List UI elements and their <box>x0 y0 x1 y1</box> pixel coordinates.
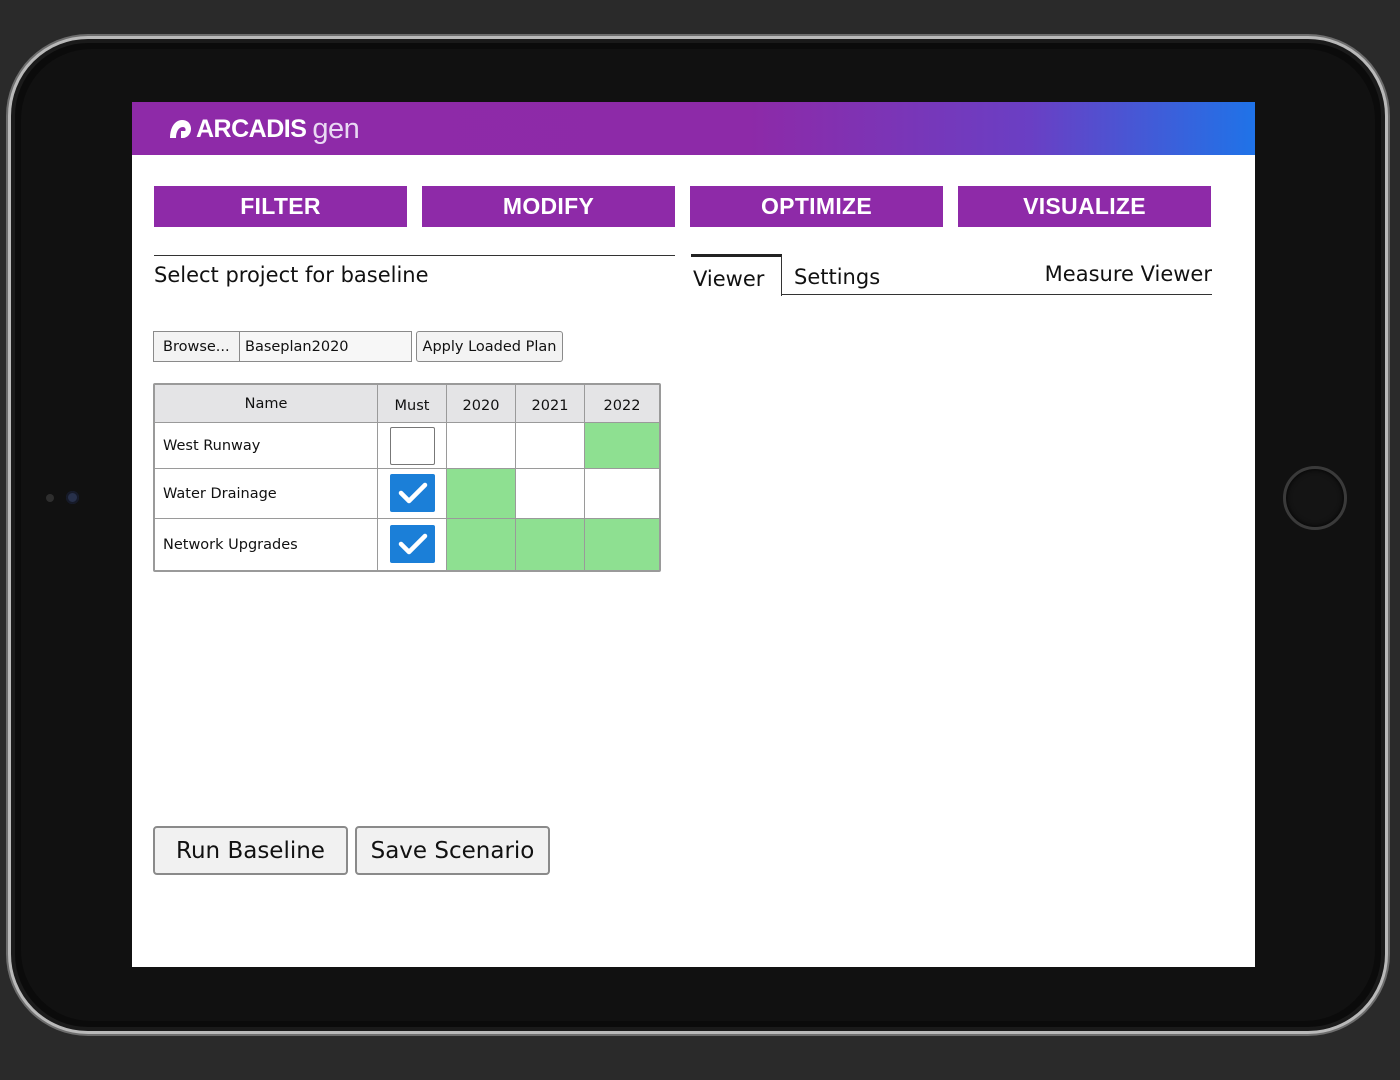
table-row-name: Water Drainage <box>155 469 378 519</box>
modify-button[interactable]: MODIFY <box>422 186 675 227</box>
column-header-2022: 2022 <box>585 385 659 423</box>
year-cell-2021-selected[interactable] <box>516 519 585 570</box>
must-checkbox-checked[interactable] <box>390 525 435 563</box>
run-baseline-button[interactable]: Run Baseline <box>153 826 348 875</box>
filter-button[interactable]: FILTER <box>154 186 407 227</box>
baseline-project-table: Name Must 2020 2021 2022 West Runway Wat… <box>153 383 661 572</box>
tab-viewer[interactable]: Viewer <box>691 254 782 296</box>
table-row-name: West Runway <box>155 423 378 469</box>
must-checkbox-checked[interactable] <box>390 474 435 512</box>
year-cell-2021[interactable] <box>516 423 585 469</box>
brand-name: ARCADIS <box>196 114 307 143</box>
optimize-button[interactable]: OPTIMIZE <box>690 186 943 227</box>
year-cell-2022-selected[interactable] <box>585 423 659 469</box>
year-cell-2020-selected[interactable] <box>447 519 516 570</box>
visualize-button[interactable]: VISUALIZE <box>958 186 1211 227</box>
tab-viewer-label: Viewer <box>693 267 765 291</box>
year-cell-2020-selected[interactable] <box>447 469 516 519</box>
app-header: ARCADIS gen <box>132 102 1255 155</box>
must-checkbox[interactable] <box>390 427 435 465</box>
tab-settings[interactable]: Settings <box>794 265 880 289</box>
arcadis-logo[interactable]: ARCADIS gen <box>168 112 360 146</box>
apply-loaded-plan-button[interactable]: Apply Loaded Plan <box>416 331 563 362</box>
checkmark-icon <box>398 533 427 555</box>
tab-underline <box>782 294 1212 295</box>
checkmark-icon <box>398 482 427 504</box>
section-divider <box>154 255 675 256</box>
table-row-name: Network Upgrades <box>155 519 378 570</box>
must-cell <box>378 519 447 570</box>
loaded-file-field[interactable]: Baseplan2020 <box>239 331 412 362</box>
year-cell-2022[interactable] <box>585 469 659 519</box>
home-button[interactable] <box>1283 466 1347 530</box>
year-cell-2021[interactable] <box>516 469 585 519</box>
column-header-2020: 2020 <box>447 385 516 423</box>
year-cell-2020[interactable] <box>447 423 516 469</box>
baseline-section-title: Select project for baseline <box>154 263 429 287</box>
browse-button[interactable]: Browse... <box>153 331 240 362</box>
column-header-2021: 2021 <box>516 385 585 423</box>
app-screen: ARCADIS gen FILTER MODIFY OPTIMIZE VISUA… <box>132 102 1255 967</box>
measure-viewer-title: Measure Viewer <box>1044 262 1212 286</box>
brand-sub: gen <box>312 112 360 145</box>
arcadis-logo-icon <box>170 120 191 138</box>
column-header-name: Name <box>155 385 378 423</box>
year-cell-2022-selected[interactable] <box>585 519 659 570</box>
must-cell <box>378 423 447 469</box>
save-scenario-button[interactable]: Save Scenario <box>355 826 550 875</box>
camera-icon <box>46 490 82 506</box>
must-cell <box>378 469 447 519</box>
column-header-must: Must <box>378 385 447 423</box>
